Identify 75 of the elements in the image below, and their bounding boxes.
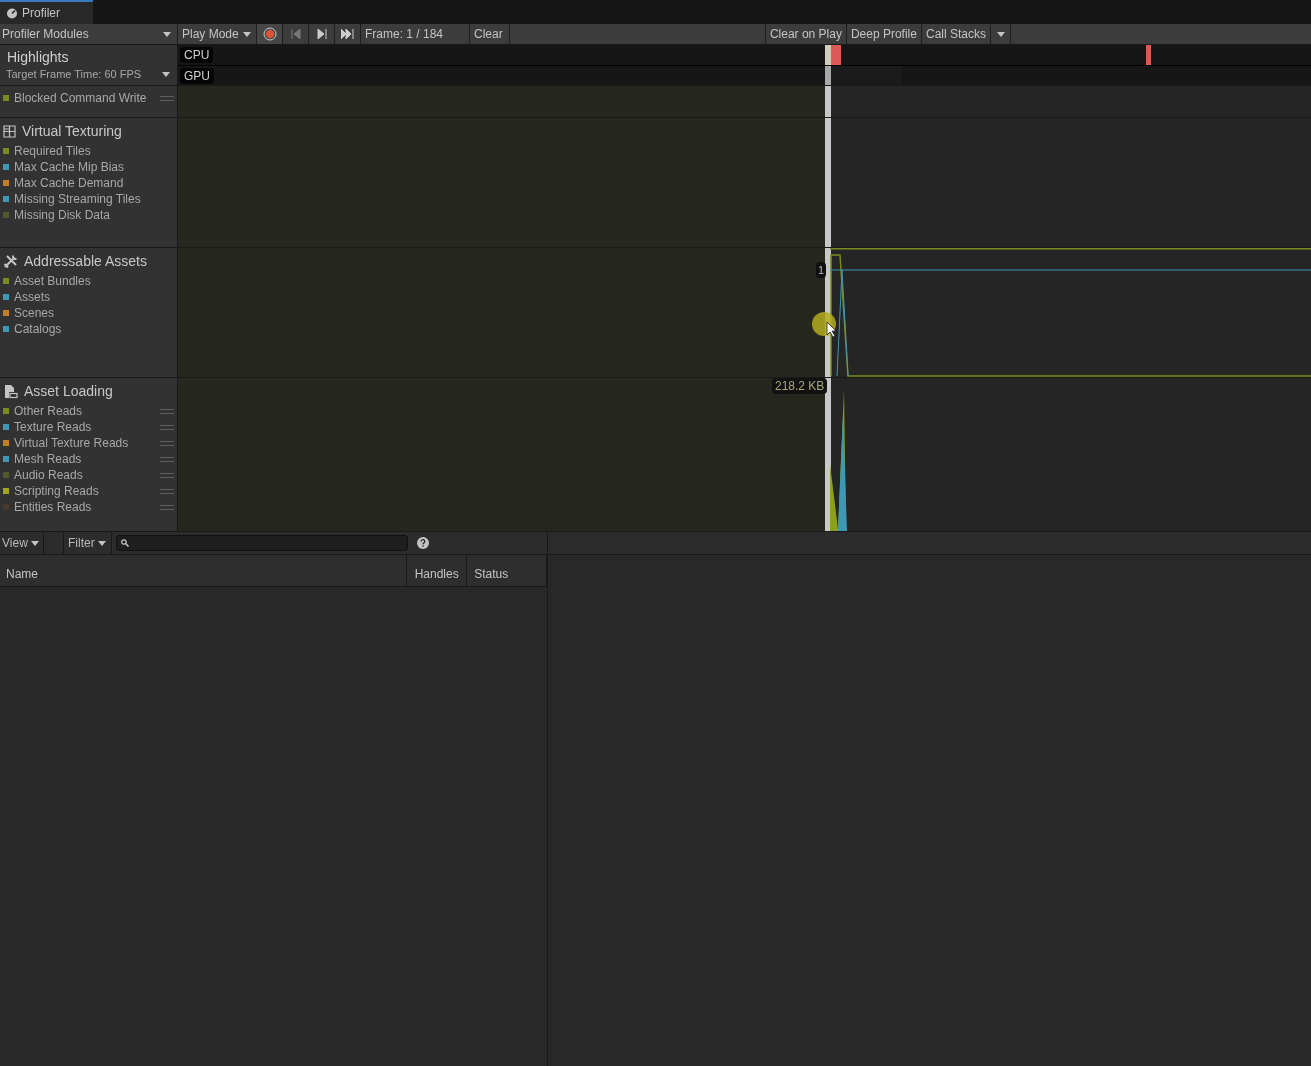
series-label[interactable]: Scripting Reads bbox=[14, 483, 99, 499]
frame-cursor[interactable] bbox=[825, 378, 831, 531]
highlights-panel[interactable]: Highlights Target Frame Time: 60 FPS bbox=[0, 45, 178, 85]
column-header[interactable]: Status bbox=[467, 555, 547, 586]
column-header[interactable]: Name bbox=[0, 555, 408, 586]
tools-icon bbox=[3, 253, 18, 269]
highlight-marker bbox=[1146, 45, 1151, 65]
gauge-icon bbox=[6, 7, 18, 19]
step-back-icon bbox=[290, 29, 301, 39]
module-panel[interactable]: Virtual Texturing Required Tiles Max Cache Mip Bias Max Cache Demand Missing Streaming Tiles Missing Disk Data bbox=[0, 118, 178, 247]
frame-cursor[interactable] bbox=[825, 65, 831, 85]
drag-handle-icon[interactable] bbox=[160, 472, 174, 478]
step-forward-icon bbox=[316, 29, 327, 39]
lane-label: CPU bbox=[180, 47, 214, 63]
dropdown-caret-icon bbox=[242, 31, 251, 37]
series-label[interactable]: Catalogs bbox=[14, 321, 62, 337]
window-tab[interactable]: Profiler bbox=[0, 0, 93, 24]
tab-label: Profiler bbox=[22, 5, 60, 22]
highlight-circle-icon bbox=[812, 312, 838, 338]
deep-profile-button[interactable]: Deep Profile bbox=[846, 24, 922, 44]
dropdown-caret-icon bbox=[30, 540, 39, 546]
drag-handle-icon[interactable] bbox=[160, 456, 174, 462]
series-label[interactable]: Entities Reads bbox=[14, 499, 92, 515]
module-panel[interactable]: Asset Loading Other Reads Texture Reads Virtual Texture Reads Mesh Reads Audio Reads Scripting Reads Entities Reads bbox=[0, 378, 178, 531]
series-label[interactable]: Texture Reads bbox=[14, 419, 92, 435]
series-label[interactable]: Blocked Command Write bbox=[14, 90, 147, 106]
search-field[interactable] bbox=[116, 535, 408, 551]
drag-handle-icon[interactable] bbox=[160, 95, 174, 101]
drag-handle-icon[interactable] bbox=[160, 440, 174, 446]
series-label[interactable]: Assets bbox=[14, 289, 50, 305]
series-label[interactable]: Scenes bbox=[14, 305, 55, 321]
value-label: 218.2 KB bbox=[772, 378, 828, 394]
view-dropdown[interactable]: View bbox=[0, 532, 44, 554]
highlights-title: Highlights bbox=[7, 48, 70, 66]
series-label[interactable]: Required Tiles bbox=[14, 143, 91, 159]
help-icon[interactable] bbox=[417, 537, 429, 549]
module-panel[interactable]: Addressable Assets Asset Bundles Assets Scenes Catalogs bbox=[0, 248, 178, 377]
series-label[interactable]: Missing Disk Data bbox=[14, 207, 111, 223]
column-header[interactable]: Handles bbox=[407, 555, 468, 586]
modules-dropdown[interactable]: Profiler Modules bbox=[0, 24, 178, 44]
series-label[interactable]: Max Cache Mip Bias bbox=[14, 159, 125, 175]
series-label[interactable]: Missing Streaming Tiles bbox=[14, 191, 141, 207]
series-label[interactable]: Max Cache Demand bbox=[14, 175, 124, 191]
dropdown-caret-icon bbox=[97, 540, 106, 546]
record-icon bbox=[262, 27, 277, 41]
record-button[interactable] bbox=[257, 24, 283, 44]
series-label[interactable]: Virtual Texture Reads bbox=[14, 435, 129, 451]
series-label[interactable]: Mesh Reads bbox=[14, 451, 82, 467]
frame-counter: Frame: 1 / 184 bbox=[361, 24, 470, 44]
grid-icon bbox=[3, 124, 16, 138]
clear-button[interactable]: Clear bbox=[470, 24, 510, 44]
series-label[interactable]: Audio Reads bbox=[14, 467, 83, 483]
search-icon bbox=[121, 539, 129, 547]
call-stacks-button[interactable]: Call Stacks bbox=[921, 24, 991, 44]
module-title: Asset Loading bbox=[24, 381, 113, 401]
value-label: 1 bbox=[816, 262, 827, 278]
target-frame-time: Target Frame Time: 60 FPS bbox=[6, 67, 142, 82]
clear-on-play-button[interactable]: Clear on Play bbox=[764, 24, 847, 44]
dropdown-caret-icon bbox=[996, 31, 1005, 37]
filter-dropdown[interactable]: Filter bbox=[64, 532, 112, 554]
drag-handle-icon[interactable] bbox=[160, 488, 174, 494]
module-panel[interactable]: Blocked Command Write bbox=[0, 86, 178, 117]
dropdown-caret-icon bbox=[163, 31, 171, 37]
module-title: Virtual Texturing bbox=[22, 121, 122, 141]
file-icon bbox=[3, 383, 18, 399]
fast-forward-icon bbox=[340, 29, 355, 39]
series-label[interactable]: Other Reads bbox=[14, 403, 83, 419]
lane-label: GPU bbox=[180, 67, 214, 84]
module-title: Addressable Assets bbox=[24, 251, 147, 271]
drag-handle-icon[interactable] bbox=[160, 504, 174, 510]
drag-handle-icon[interactable] bbox=[160, 408, 174, 414]
dropdown-caret-icon bbox=[162, 71, 170, 77]
highlight-marker bbox=[831, 45, 841, 65]
drag-handle-icon[interactable] bbox=[160, 424, 174, 430]
series-label[interactable]: Asset Bundles bbox=[14, 273, 91, 289]
